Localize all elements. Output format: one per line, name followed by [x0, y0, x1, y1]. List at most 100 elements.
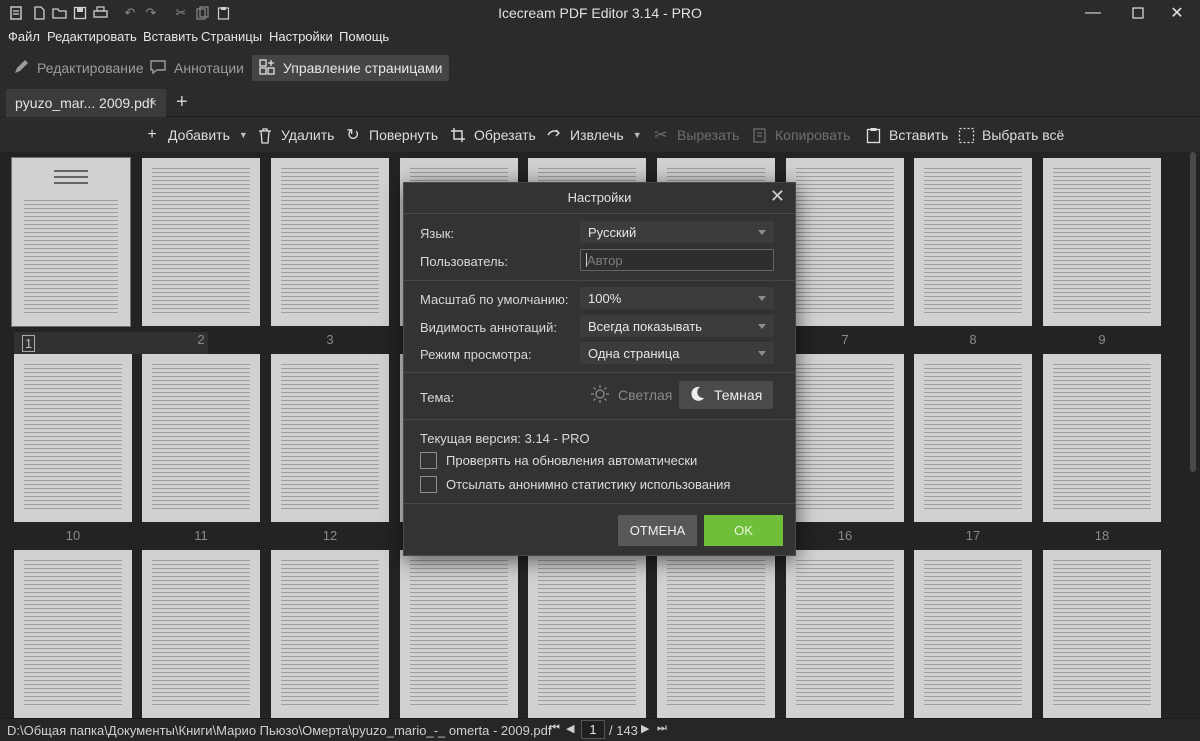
chevron-down-icon: [758, 324, 766, 329]
chevron-down-icon: [758, 351, 766, 356]
menu-insert[interactable]: Вставить: [143, 29, 198, 44]
language-select[interactable]: Русский: [580, 221, 774, 243]
divider: [404, 213, 795, 214]
cut-button[interactable]: ✂ Вырезать: [652, 125, 739, 145]
menu-file[interactable]: Файл: [8, 29, 40, 44]
menu-settings[interactable]: Настройки: [269, 29, 333, 44]
clipboard-icon: [864, 126, 882, 144]
extract-button[interactable]: Извлечь ▼: [545, 125, 642, 145]
menu-bar: Файл Редактировать Вставить Страницы Нас…: [0, 26, 1200, 48]
last-page-icon[interactable]: ⏭: [657, 722, 667, 735]
rotate-label: Повернуть: [369, 127, 439, 143]
extract-label: Извлечь: [570, 127, 624, 143]
title-bar: ↶ ↷ ✂ Icecream PDF Editor 3.14 - PRO — ✕: [0, 0, 1200, 26]
check-updates-checkbox[interactable]: [420, 452, 437, 469]
annotations-visibility-select[interactable]: Всегда показывать: [580, 315, 774, 337]
menu-help[interactable]: Помощь: [339, 29, 389, 44]
view-mode-value: Одна страница: [588, 345, 680, 361]
view-mode-select[interactable]: Одна страница: [580, 342, 774, 364]
settings-dialog: Настройки ✕ Язык: Русский Пользователь: …: [403, 182, 796, 556]
extract-icon: [545, 126, 563, 144]
prev-page-icon[interactable]: ◀: [566, 722, 574, 735]
annotations-visibility-value: Всегда показывать: [588, 318, 703, 334]
mode-label: Управление страницами: [283, 60, 443, 76]
theme-dark-button[interactable]: Темная: [679, 381, 773, 409]
minimize-icon[interactable]: —: [1070, 0, 1116, 26]
divider: [404, 419, 795, 420]
delete-label: Удалить: [281, 127, 335, 143]
annotations-visibility-label: Видимость аннотаций:: [420, 320, 557, 335]
scissors-icon: ✂: [654, 127, 668, 144]
window-title: Icecream PDF Editor 3.14 - PRO: [498, 5, 702, 21]
copy-icon: [750, 126, 768, 144]
moon-icon: [688, 385, 706, 406]
theme-light-button[interactable]: Светлая: [586, 381, 676, 409]
pencil-icon: [12, 58, 30, 79]
send-stats-checkbox[interactable]: [420, 476, 437, 493]
chevron-down-icon: [758, 296, 766, 301]
select-all-button[interactable]: Выбрать всё: [957, 125, 1064, 145]
view-mode-label: Режим просмотра:: [420, 347, 532, 362]
page-number-input[interactable]: [581, 720, 605, 739]
user-label: Пользователь:: [420, 254, 508, 269]
rotate-button[interactable]: ↻ Повернуть: [344, 125, 438, 145]
zoom-select[interactable]: 100%: [580, 287, 774, 309]
divider: [404, 372, 795, 373]
add-label: Добавить: [168, 127, 230, 143]
plus-icon: +: [147, 126, 157, 143]
chevron-down-icon: ▼: [238, 130, 248, 140]
zoom-label: Масштаб по умолчанию:: [420, 292, 569, 307]
zoom-value: 100%: [588, 290, 622, 306]
language-label: Язык:: [420, 226, 454, 241]
trash-icon: [256, 126, 274, 144]
pages-grid-icon: [258, 58, 276, 79]
menu-edit[interactable]: Редактировать: [47, 29, 137, 44]
paste-label: Вставить: [889, 127, 949, 143]
add-button[interactable]: + Добавить ▼: [143, 125, 248, 145]
document-tab-bar: pyuzo_mar... 2009.pdf × +: [0, 87, 1200, 117]
mode-bar: Редактирование Аннотации Управление стра…: [0, 53, 1200, 83]
mode-pages-tab[interactable]: Управление страницами: [252, 55, 449, 81]
divider: [404, 280, 795, 281]
version-text: Текущая версия: 3.14 - PRO: [420, 431, 590, 446]
crop-button[interactable]: Обрезать: [449, 125, 536, 145]
cancel-button[interactable]: ОТМЕНА: [618, 515, 697, 546]
copy-label: Копировать: [775, 127, 851, 143]
page-toolbar: + Добавить ▼ Удалить ↻ Повернуть Обрезат…: [0, 119, 1200, 151]
mode-edit-tab[interactable]: Редактирование: [6, 55, 150, 81]
next-page-icon[interactable]: ▶: [641, 722, 649, 735]
text-caret: [586, 253, 587, 267]
comment-icon: [149, 58, 167, 79]
ok-button[interactable]: OK: [704, 515, 783, 546]
cut-label: Вырезать: [677, 127, 740, 143]
document-tab[interactable]: pyuzo_mar... 2009.pdf ×: [6, 89, 166, 117]
document-tab-label: pyuzo_mar... 2009.pdf: [15, 95, 154, 111]
page-total: / 143: [609, 723, 638, 738]
crop-label: Обрезать: [474, 127, 536, 143]
theme-label: Тема:: [420, 390, 455, 405]
rotate-icon: ↻: [346, 127, 360, 144]
theme-light-label: Светлая: [618, 387, 673, 403]
mode-label: Аннотации: [174, 60, 244, 76]
first-page-icon[interactable]: ⏮: [550, 722, 560, 735]
copy-button[interactable]: Копировать: [750, 125, 850, 145]
chevron-down-icon: [758, 230, 766, 235]
sun-icon: [590, 384, 610, 407]
add-tab-icon[interactable]: +: [176, 92, 188, 112]
chevron-down-icon: ▼: [632, 130, 642, 140]
check-updates-label: Проверять на обновления автоматически: [446, 453, 698, 468]
mode-label: Редактирование: [37, 60, 144, 76]
divider: [404, 503, 795, 504]
close-tab-icon[interactable]: ×: [149, 95, 157, 110]
user-input[interactable]: [580, 249, 774, 271]
select-all-label: Выбрать всё: [982, 127, 1065, 143]
select-all-icon: [957, 126, 975, 144]
menu-pages[interactable]: Страницы: [201, 29, 262, 44]
close-icon[interactable]: ✕: [770, 186, 785, 207]
delete-button[interactable]: Удалить: [256, 125, 334, 145]
mode-annotations-tab[interactable]: Аннотации: [143, 55, 250, 81]
language-value: Русский: [588, 224, 637, 240]
paste-button[interactable]: Вставить: [864, 125, 948, 145]
close-icon[interactable]: ✕: [1154, 0, 1200, 26]
crop-icon: [449, 126, 467, 144]
